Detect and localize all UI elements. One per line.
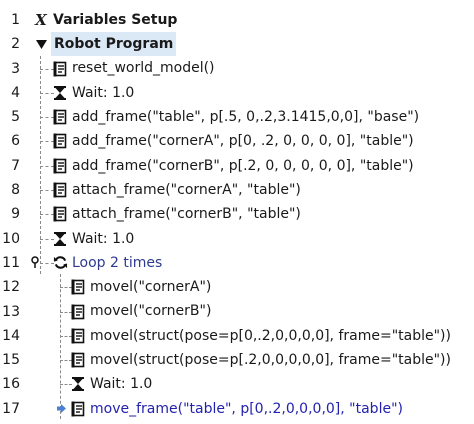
node-label: Wait: 1.0 — [90, 376, 153, 393]
hourglass-icon — [52, 231, 68, 247]
script-node[interactable]: add_frame("cornerB", p[.2, 0, 0, 0, 0, 0… — [52, 154, 414, 178]
script-icon — [70, 328, 86, 344]
hourglass-icon — [52, 85, 68, 101]
script-icon — [52, 133, 68, 149]
script-icon — [52, 182, 68, 198]
script-icon — [70, 304, 86, 320]
line-number: 16 — [2, 376, 20, 393]
node-label: Wait: 1.0 — [72, 84, 135, 101]
line-number: 6 — [11, 133, 20, 150]
program-line[interactable]: 14 movel(struct(pose=p[0,.2,0,0,0,0], fr… — [0, 324, 474, 348]
node-label: Variables Setup — [53, 11, 178, 28]
script-icon — [52, 206, 68, 222]
line-number: 1 — [11, 12, 20, 28]
program-line[interactable]: 3 reset_world_model() — [0, 57, 474, 81]
loop-node[interactable]: Loop 2 times — [52, 251, 162, 275]
variables-x-icon: 𝑿 — [35, 10, 47, 29]
script-node[interactable]: add_frame("table", p[.5, 0,.2,3.1415,0,0… — [52, 105, 419, 129]
robot-program-node[interactable]: Robot Program — [33, 32, 177, 57]
node-label: reset_world_model() — [72, 60, 215, 77]
script-icon — [52, 61, 68, 77]
line-number: 15 — [2, 352, 20, 369]
script-icon — [52, 158, 68, 174]
line-number: 5 — [11, 109, 20, 126]
script-icon — [52, 109, 68, 125]
line-number: 7 — [11, 157, 20, 174]
script-node[interactable]: movel("cornerA") — [70, 275, 211, 299]
node-label: movel("cornerA") — [90, 279, 212, 296]
line-number: 4 — [11, 84, 20, 101]
wait-node[interactable]: Wait: 1.0 — [52, 227, 134, 251]
node-label: Wait: 1.0 — [72, 230, 135, 247]
script-node[interactable]: movel("cornerB") — [70, 300, 211, 324]
program-line[interactable]: 1 𝑿 Variables Setup — [0, 8, 474, 32]
variables-setup-node[interactable]: 𝑿 Variables Setup — [33, 8, 177, 32]
line-number: 2 — [11, 36, 20, 53]
wait-node[interactable]: Wait: 1.0 — [52, 81, 134, 105]
script-node[interactable]: add_frame("cornerA", p[0, .2, 0, 0, 0, 0… — [52, 129, 414, 153]
script-node[interactable]: attach_frame("cornerA", "table") — [52, 178, 301, 202]
script-node[interactable]: move_frame("table", p[0,.2,0,0,0,0], "ta… — [70, 397, 403, 421]
program-line[interactable]: 8 attach_frame("cornerA", "table") — [0, 178, 474, 202]
line-number: 13 — [2, 303, 20, 320]
line-number: 11 — [2, 254, 20, 271]
line-number: 14 — [2, 327, 20, 344]
line-number: 3 — [11, 60, 20, 77]
program-line[interactable]: 7 add_frame("cornerB", p[.2, 0, 0, 0, 0,… — [0, 154, 474, 178]
node-label: movel("cornerB") — [90, 303, 212, 320]
program-line[interactable]: 2 Robot Program — [0, 32, 474, 57]
program-line[interactable]: 11 Loop 2 times — [0, 251, 474, 275]
script-node[interactable]: movel(struct(pose=p[.2,0,0,0,0,0], frame… — [70, 348, 451, 372]
line-number: 17 — [2, 400, 20, 417]
line-number: 9 — [11, 206, 20, 223]
program-line[interactable]: 16 Wait: 1.0 — [0, 372, 474, 396]
program-line[interactable]: 12 movel("cornerA") — [0, 275, 474, 299]
program-line[interactable]: 9 attach_frame("cornerB", "table") — [0, 202, 474, 226]
program-line[interactable]: 10 Wait: 1.0 — [0, 227, 474, 251]
triangle-down-icon[interactable] — [33, 36, 49, 52]
program-line[interactable]: 5 add_frame("table", p[.5, 0,.2,3.1415,0… — [0, 105, 474, 129]
node-label: add_frame("cornerB", p[.2, 0, 0, 0, 0, 0… — [72, 157, 414, 174]
program-line[interactable]: 13 movel("cornerB") — [0, 300, 474, 324]
line-number: 12 — [2, 279, 20, 296]
node-label: Loop 2 times — [72, 254, 163, 271]
node-label: attach_frame("cornerA", "table") — [72, 181, 301, 198]
node-label: add_frame("table", p[.5, 0,.2,3.1415,0,0… — [72, 109, 420, 126]
node-label: movel(struct(pose=p[0,.2,0,0,0,0], frame… — [90, 327, 451, 344]
program-tree: 1 𝑿 Variables Setup 2 Robot Program 3 re… — [0, 8, 474, 421]
script-icon — [70, 279, 86, 295]
script-node[interactable]: attach_frame("cornerB", "table") — [52, 202, 301, 226]
hourglass-icon — [70, 376, 86, 392]
line-number: 8 — [11, 182, 20, 199]
script-node[interactable]: movel(struct(pose=p[0,.2,0,0,0,0], frame… — [70, 324, 451, 348]
node-label: movel(struct(pose=p[.2,0,0,0,0,0], frame… — [90, 352, 451, 369]
program-line[interactable]: 4 Wait: 1.0 — [0, 81, 474, 105]
arrow-right-icon — [55, 397, 67, 421]
script-icon — [70, 352, 86, 368]
node-label: add_frame("cornerA", p[0, .2, 0, 0, 0, 0… — [72, 133, 414, 150]
program-line[interactable]: 15 movel(struct(pose=p[.2,0,0,0,0,0], fr… — [0, 348, 474, 372]
wait-node[interactable]: Wait: 1.0 — [70, 372, 152, 396]
node-label: move_frame("table", p[0,.2,0,0,0,0], "ta… — [90, 400, 403, 417]
node-label: Robot Program — [51, 32, 177, 57]
script-icon — [70, 401, 86, 417]
script-node[interactable]: reset_world_model() — [52, 57, 215, 81]
program-line[interactable]: 17 move_frame("table", p[0,.2,0,0,0,0], … — [0, 397, 474, 421]
program-line[interactable]: 6 add_frame("cornerA", p[0, .2, 0, 0, 0,… — [0, 129, 474, 153]
loop-arrows-icon — [52, 255, 68, 271]
node-label: attach_frame("cornerB", "table") — [72, 206, 301, 223]
line-number: 10 — [2, 230, 20, 247]
